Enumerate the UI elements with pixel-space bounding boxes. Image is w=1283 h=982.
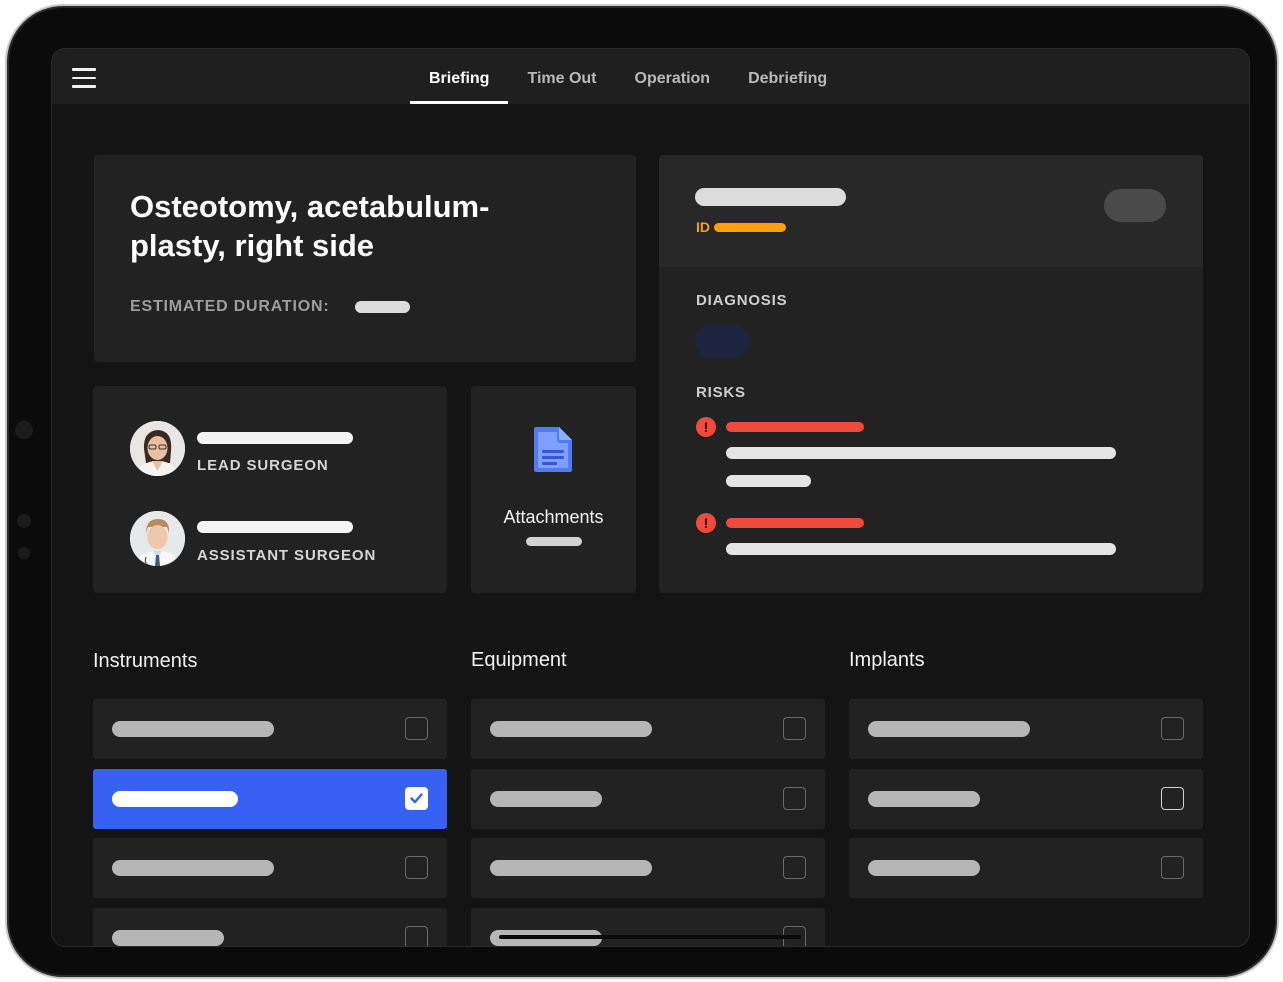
patient-card: ID DIAGNOSIS RISKS ! ! [659, 155, 1203, 593]
risk-description-placeholder [726, 447, 1116, 459]
app-screen: Briefing Time Out Operation Debriefing O… [51, 48, 1250, 947]
item-label-placeholder [490, 721, 652, 737]
duration-value-placeholder [355, 301, 410, 313]
risk-title-placeholder [726, 422, 864, 432]
lead-surgeon-label: LEAD SURGEON [197, 457, 329, 474]
hamburger-menu-icon[interactable] [72, 68, 96, 88]
diagnosis-tag[interactable] [695, 325, 749, 358]
patient-id-label: ID [696, 219, 710, 235]
item-checkbox[interactable] [1161, 717, 1184, 740]
top-navigation-bar: Briefing Time Out Operation Debriefing [52, 49, 1249, 104]
tab-time-out[interactable]: Time Out [508, 49, 615, 104]
risks-label: RISKS [696, 384, 746, 401]
item-label-placeholder [112, 930, 224, 946]
procedure-card: Osteotomy, acetabulum-plasty, right side… [94, 155, 636, 362]
item-label-placeholder [112, 860, 274, 876]
implants-title: Implants [849, 649, 925, 671]
equipment-row[interactable] [471, 838, 825, 898]
equipment-title: Equipment [471, 649, 567, 671]
attachments-card[interactable]: Attachments [471, 386, 636, 593]
implant-row[interactable] [849, 769, 1203, 829]
item-checkbox[interactable] [405, 856, 428, 879]
side-button [15, 421, 33, 439]
item-label-placeholder [490, 860, 652, 876]
procedure-title: Osteotomy, acetabulum-plasty, right side [130, 189, 490, 263]
patient-id-placeholder [714, 223, 786, 232]
instrument-row[interactable] [93, 838, 447, 898]
patient-status-toggle[interactable] [1104, 189, 1166, 222]
item-checkbox[interactable] [405, 787, 428, 810]
tab-debriefing[interactable]: Debriefing [729, 49, 846, 104]
assistant-surgeon-avatar[interactable] [130, 511, 185, 566]
equipment-row[interactable] [471, 769, 825, 829]
item-checkbox[interactable] [405, 926, 428, 946]
item-label-placeholder [868, 721, 1030, 737]
tab-operation[interactable]: Operation [616, 49, 730, 104]
side-button [18, 547, 30, 559]
item-checkbox[interactable] [1161, 856, 1184, 879]
exclamation-icon: ! [696, 513, 716, 533]
risk-title-placeholder [726, 518, 864, 528]
patient-header: ID [659, 155, 1203, 267]
tablet-frame: Briefing Time Out Operation Debriefing O… [5, 4, 1279, 979]
attachments-label: Attachments [503, 507, 604, 527]
assistant-surgeon-label: ASSISTANT SURGEON [197, 547, 377, 564]
item-label-placeholder [490, 791, 602, 807]
item-label-placeholder [112, 721, 274, 737]
tab-briefing[interactable]: Briefing [410, 49, 509, 104]
equipment-row[interactable] [471, 908, 825, 946]
implant-row[interactable] [849, 699, 1203, 759]
lead-surgeon-avatar[interactable] [130, 421, 185, 476]
item-checkbox[interactable] [783, 787, 806, 810]
item-label-placeholder [868, 791, 980, 807]
instrument-row[interactable] [93, 908, 447, 946]
assistant-surgeon-name-placeholder [197, 521, 353, 533]
surgeons-card: LEAD SURGEON ASSISTANT SURGEON [93, 386, 447, 593]
step-tabs: Briefing Time Out Operation Debriefing [410, 49, 846, 104]
risk-description-placeholder [726, 475, 811, 487]
estimated-duration-label: ESTIMATED DURATION: [130, 298, 330, 315]
side-button [17, 514, 31, 528]
home-indicator[interactable] [499, 935, 801, 939]
document-icon [534, 427, 572, 472]
lead-surgeon-name-placeholder [197, 432, 353, 444]
equipment-row[interactable] [471, 699, 825, 759]
checkmark-icon [410, 793, 423, 804]
item-checkbox[interactable] [783, 856, 806, 879]
instruments-title: Instruments [93, 650, 198, 672]
exclamation-icon: ! [696, 417, 716, 437]
item-checkbox[interactable] [405, 717, 428, 740]
instrument-row[interactable] [93, 769, 447, 829]
instrument-row[interactable] [93, 699, 447, 759]
item-label-placeholder [868, 860, 980, 876]
item-checkbox[interactable] [783, 717, 806, 740]
diagnosis-label: DIAGNOSIS [696, 292, 788, 309]
implant-row[interactable] [849, 838, 1203, 898]
patient-name-placeholder [695, 188, 846, 206]
risk-description-placeholder [726, 543, 1116, 555]
attachments-count-placeholder [526, 537, 582, 546]
item-checkbox[interactable] [1161, 787, 1184, 810]
item-label-placeholder [112, 791, 238, 807]
